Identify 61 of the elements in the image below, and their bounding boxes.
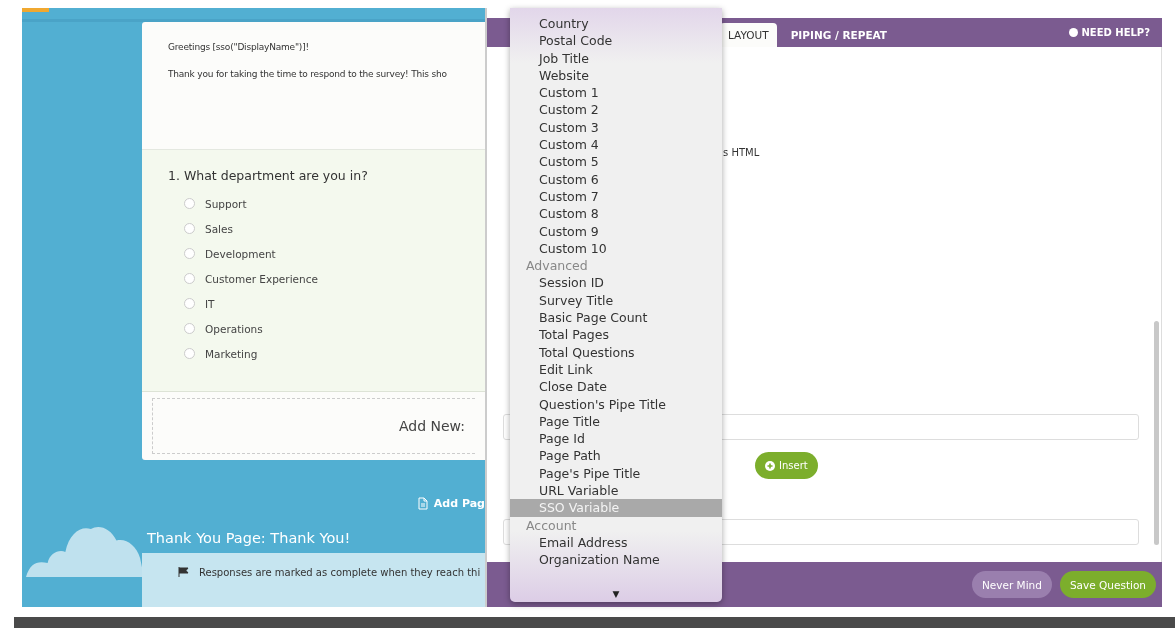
- menu-item[interactable]: Page Path: [510, 447, 722, 465]
- menu-item[interactable]: Custom 4: [510, 136, 722, 154]
- option-label: Marketing: [205, 347, 258, 360]
- radio-button[interactable]: [184, 198, 195, 209]
- radio-button[interactable]: [184, 348, 195, 359]
- plus-circle-icon: [765, 460, 775, 471]
- scrollbar[interactable]: [1154, 321, 1159, 545]
- menu-item[interactable]: Postal Code: [510, 32, 722, 50]
- editor-tab[interactable]: LAYOUT: [720, 23, 777, 47]
- group-label: Account: [525, 516, 578, 534]
- option-label: Development: [205, 247, 276, 260]
- menu-item[interactable]: Close Date: [510, 378, 722, 396]
- menu-item[interactable]: Email Address: [510, 533, 722, 552]
- menu-item[interactable]: Page Title: [510, 412, 722, 431]
- thank-you-note: Responses are marked as complete when they reach thi: [199, 567, 481, 578]
- intro-text: Greetings [sso("DisplayName")]!: [168, 42, 310, 52]
- menu-item[interactable]: Survey Title: [510, 291, 722, 310]
- option-label: Operations: [205, 322, 263, 335]
- flag-icon: [178, 567, 189, 577]
- option-label: Customer Experience: [205, 272, 318, 285]
- question-title: 1. What department are you in?: [168, 168, 369, 183]
- menu-item[interactable]: Custom 2: [510, 101, 722, 119]
- menu-item[interactable]: Total Pages: [510, 326, 722, 344]
- radio-button[interactable]: [184, 248, 195, 259]
- menu-item[interactable]: Website: [510, 66, 722, 85]
- add-new-label: Add New:: [398, 418, 465, 434]
- radio-button[interactable]: [184, 273, 195, 284]
- menu-item[interactable]: Custom 6: [510, 170, 722, 188]
- menu-item[interactable]: Custom 8: [510, 205, 722, 223]
- thank-you-title: Thank You Page: Thank You!: [147, 530, 352, 546]
- menu-item[interactable]: Session ID: [510, 274, 722, 292]
- tab-marker: [22, 8, 49, 12]
- menu-item[interactable]: Page's Pipe Title: [510, 464, 722, 482]
- menu-item[interactable]: Custom 3: [510, 118, 722, 137]
- radio-button[interactable]: [184, 298, 195, 309]
- scroll-arrow[interactable]: ▼: [510, 589, 722, 602]
- intro-text: Thank you for taking the time to respond to the survey! This sho: [168, 69, 448, 79]
- editor-tab[interactable]: PIPING / REPEAT: [782, 23, 896, 47]
- menu-item[interactable]: Page Id: [510, 430, 722, 448]
- radio-button[interactable]: [184, 223, 195, 234]
- menu-item[interactable]: Custom 7: [510, 187, 722, 206]
- option-label: IT: [205, 297, 215, 310]
- menu-item[interactable]: Custom 9: [510, 222, 722, 240]
- page-icon: [417, 497, 428, 510]
- menu-item[interactable]: Basic Page Count: [510, 309, 722, 327]
- menu-item[interactable]: Custom 10: [510, 239, 722, 258]
- option-label: Sales: [205, 222, 233, 235]
- menu-item[interactable]: Job Title: [510, 49, 722, 67]
- option-label: Support: [205, 197, 247, 210]
- menu-item[interactable]: Question's Pipe Title: [510, 395, 722, 413]
- option-text: s HTML: [723, 147, 761, 158]
- menu-item[interactable]: Country: [510, 15, 722, 33]
- menu-item[interactable]: URL Variable: [510, 482, 722, 500]
- menu-item[interactable]: Custom 1: [510, 84, 722, 102]
- menu-item[interactable]: Edit Link: [510, 360, 722, 379]
- need-help-link[interactable]: NEED HELP?: [1063, 26, 1156, 39]
- radio-button[interactable]: [184, 323, 195, 334]
- group-label: Advanced: [525, 257, 589, 275]
- menu-item[interactable]: Custom 5: [510, 153, 722, 171]
- menu-item[interactable]: Organization Name: [510, 551, 722, 569]
- menu-item[interactable]: Total Questions: [510, 343, 722, 361]
